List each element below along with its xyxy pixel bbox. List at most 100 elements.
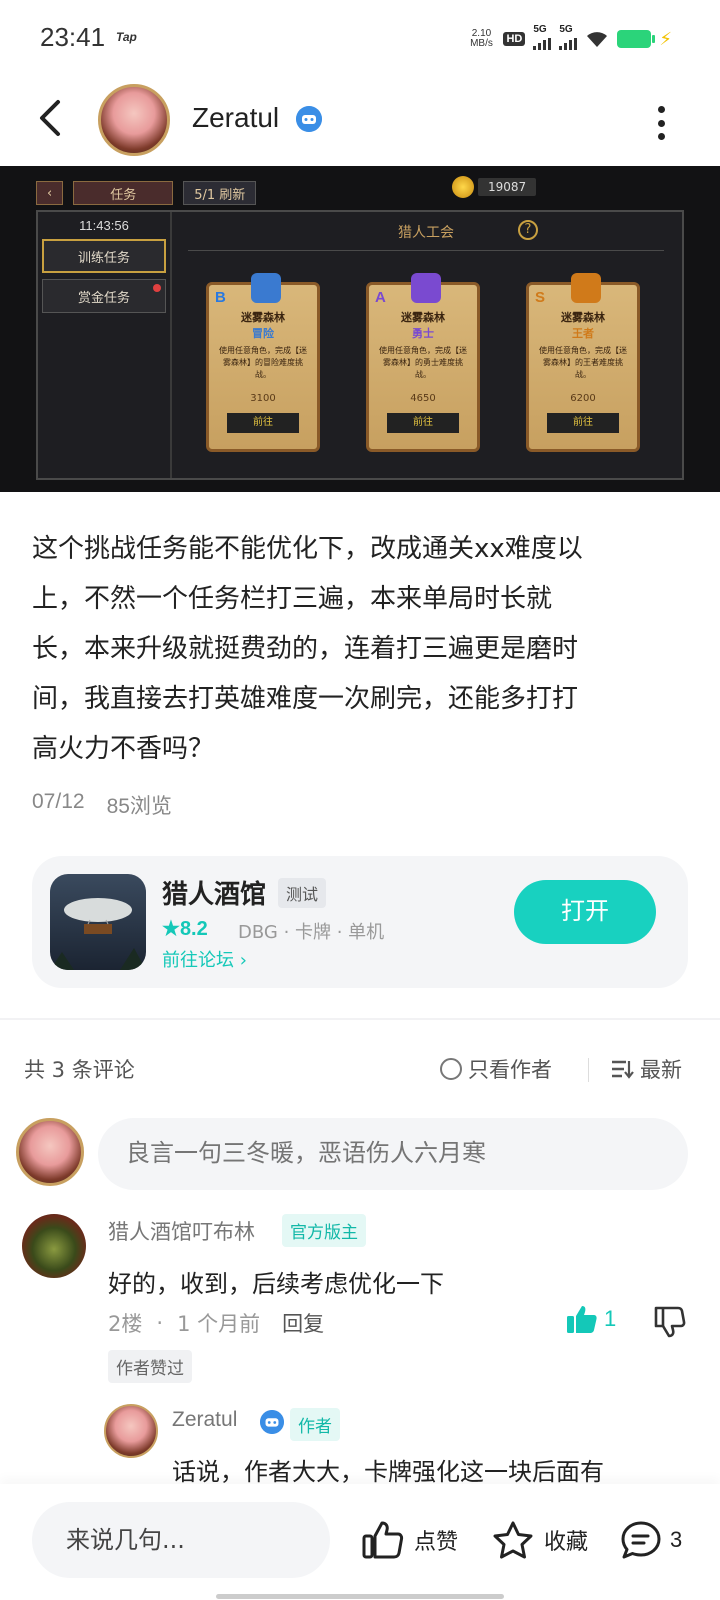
star-icon[interactable] [492, 1520, 534, 1560]
chevron-right-icon: › [239, 950, 247, 971]
open-game-button[interactable]: 打开 [514, 880, 656, 944]
more-options-icon[interactable] [654, 106, 668, 140]
thumbs-up-icon[interactable] [362, 1520, 404, 1560]
reply-text: 话说，作者大大，卡牌强化这一块后面有 [172, 1458, 604, 1486]
comment-count-label[interactable]: 3 [670, 1527, 682, 1553]
game-title[interactable]: 猎人酒馆 [162, 874, 266, 911]
game-card[interactable]: 猎人酒馆 测试 ★8.2 DBG · 卡牌 · 单机 前往论坛 › 打开 [32, 856, 688, 988]
star-icon: ★ [162, 918, 180, 940]
network-type-label-2: 5G [559, 24, 573, 35]
quest-title: 迷雾森林 [561, 311, 605, 324]
quest-scroll: B 迷雾森林 冒险 使用任意角色，完成【迷雾森林】的冒险难度挑战。 3100 前… [206, 273, 320, 452]
guild-title: 猎人工会 [398, 225, 454, 241]
post-line: 长，本来升级就挺费劲的，连着打三遍更是磨时 [32, 634, 579, 664]
like-post-button[interactable]: 点赞 [362, 1520, 458, 1560]
forum-link-label[interactable]: 前往论坛 [162, 950, 234, 971]
quest-difficulty: 勇士 [412, 327, 434, 340]
bottom-action-bar: 来说几句... 点赞 收藏 3 [0, 1484, 720, 1600]
reply-button[interactable]: 回复 [282, 1308, 324, 1338]
status-icons: 2.10 MB/s HD 5G 5G ⚡ [467, 24, 672, 54]
comment-floor: 2楼 [108, 1312, 143, 1336]
quest-go-button: 前往 [387, 413, 459, 433]
shield-emblem-icon [411, 273, 441, 303]
gold-coin-icon [452, 176, 474, 198]
status-bar: 23:41 Tap 2.10 MB/s HD 5G 5G ⚡ [0, 0, 720, 76]
say-something-input[interactable]: 来说几句... [32, 1502, 330, 1578]
like-count: 1 [604, 1306, 617, 1331]
thumbs-down-icon[interactable] [652, 1304, 686, 1338]
back-icon[interactable] [30, 96, 74, 140]
quest-exp: 4650 [410, 393, 436, 404]
reply-avatar[interactable] [104, 1404, 158, 1458]
only-author-toggle[interactable]: 只看作者 [440, 1054, 552, 1084]
quest-desc: 使用任意角色，完成【迷雾森林】的冒险难度挑战。 [219, 346, 307, 379]
wifi-icon [587, 32, 608, 47]
post-line: 上，不然一个任务栏打三遍，本来单局时长就 [32, 584, 553, 614]
sort-icon[interactable] [610, 1058, 634, 1080]
game-app-icon[interactable] [50, 874, 146, 970]
game-test-tag: 测试 [278, 878, 327, 908]
verified-badge-icon [260, 1410, 284, 1434]
quest-title: 迷雾森林 [241, 311, 285, 324]
quest-go-button: 前往 [227, 413, 299, 433]
rating-value: 8.2 [179, 918, 208, 940]
game-tab-training: 训练任务 [42, 239, 166, 273]
post-meta: 07/12 85浏览 [32, 790, 172, 820]
quest-rank: A [375, 289, 386, 306]
game-back-icon: ‹ [36, 181, 64, 205]
home-indicator[interactable] [216, 1594, 504, 1599]
divider [188, 250, 664, 251]
comment-meta: 2楼 · 1 个月前 回复 [108, 1308, 324, 1338]
quest-go-button: 前往 [547, 413, 619, 433]
comment-input[interactable] [98, 1118, 688, 1190]
comment-count: 共 3 条评论 [24, 1058, 135, 1082]
post-line: 间，我直接去打英雄难度一次刷完，还能多打打 [32, 684, 579, 714]
crown-emblem-icon [571, 273, 601, 303]
quest-title: 迷雾森林 [401, 311, 445, 324]
network-type-label: 5G [533, 24, 547, 35]
post-line: 高火力不香吗？ [32, 734, 215, 764]
commenter-name[interactable]: 猎人酒馆叮布林 [108, 1216, 255, 1246]
sort-toggle[interactable]: 最新 [610, 1054, 682, 1084]
gold-amount: 19087 [478, 178, 537, 196]
tap-indicator: Tap [116, 30, 137, 44]
thumbs-up-icon[interactable] [566, 1304, 598, 1334]
quest-desc: 使用任意角色，完成【迷雾森林】的勇士难度挑战。 [379, 346, 467, 379]
radio-icon[interactable] [440, 1058, 462, 1080]
post-date: 07/12 [32, 790, 85, 813]
signal-icon-2: 5G [559, 24, 578, 50]
only-author-label[interactable]: 只看作者 [468, 1054, 552, 1084]
forum-link[interactable]: 前往论坛 › [162, 946, 247, 972]
quest-exp: 3100 [250, 393, 276, 404]
quest-rank: B [215, 289, 226, 306]
favorite-button[interactable]: 收藏 [492, 1520, 588, 1560]
post-content: 这个挑战任务能不能优化下，改成通关xx难度以 上，不然一个任务栏打三遍，本来单局… [32, 524, 662, 774]
comment-time: 1 个月前 [177, 1312, 261, 1336]
game-rating: ★8.2 [162, 916, 208, 941]
comments-button[interactable]: 3 [620, 1520, 682, 1560]
game-tab-bounty: 赏金任务 [42, 279, 166, 313]
reply-author-name[interactable]: Zeratul [172, 1408, 237, 1432]
post-image[interactable]: ‹ 任务 5/1 刷新 19087 11:43:56 训练任务 赏金任务 猎人工… [0, 166, 720, 492]
my-avatar [16, 1118, 84, 1186]
commenter-avatar[interactable] [22, 1214, 86, 1278]
like-label[interactable]: 点赞 [414, 1524, 458, 1556]
game-tab-bounty-label: 赏金任务 [77, 290, 130, 306]
game-topbar: ‹ 任务 5/1 刷新 [36, 180, 257, 206]
game-timer: 11:43:56 [79, 218, 129, 233]
notification-dot [153, 284, 161, 292]
comment-like-button[interactable]: 1 [566, 1304, 616, 1334]
quest-scroll: A 迷雾森林 勇士 使用任意角色，完成【迷雾森林】的勇士难度挑战。 4650 前… [366, 273, 480, 452]
hd-icon: HD [503, 32, 526, 46]
game-sidebar: 11:43:56 训练任务 赏金任务 [38, 212, 172, 478]
author-name[interactable]: Zeratul [192, 102, 279, 134]
sort-label[interactable]: 最新 [640, 1054, 682, 1084]
favorite-label[interactable]: 收藏 [544, 1524, 588, 1556]
quest-difficulty: 冒险 [252, 327, 274, 340]
comment-icon[interactable] [620, 1520, 662, 1560]
post-line: 这个挑战任务能不能优化下，改成通关xx难度以 [32, 534, 583, 564]
quest-rank: S [535, 289, 546, 306]
quest-difficulty: 王者 [572, 327, 594, 340]
author-avatar[interactable] [98, 84, 170, 156]
moderator-badge: 官方版主 [282, 1214, 366, 1247]
